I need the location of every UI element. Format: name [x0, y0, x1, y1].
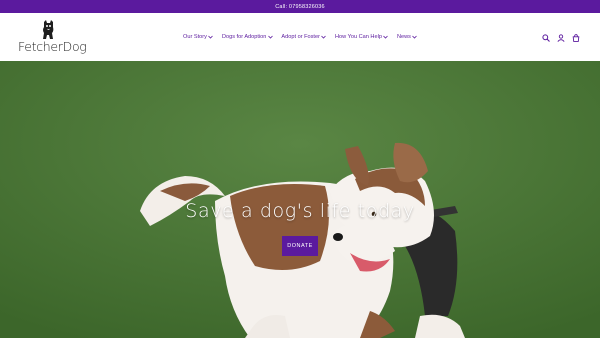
search-button[interactable] [540, 33, 551, 44]
hero-title: Save a dog's life today [185, 200, 415, 222]
nav-item-our-story[interactable]: Our Story [183, 34, 214, 40]
chevron-down-icon [268, 35, 273, 39]
nav-item-news[interactable]: News [397, 34, 418, 40]
cart-icon [572, 34, 579, 42]
chevron-down-icon [383, 35, 389, 39]
chevron-down-icon [412, 35, 418, 39]
nav-item-label: Dogs for Adoption [221, 34, 267, 40]
chevron-down-icon [321, 35, 327, 39]
nav-item-dogs-for-adoption[interactable]: Dogs for Adoption [222, 34, 273, 40]
nav-item-label: News [396, 34, 411, 40]
header-icons [540, 32, 585, 44]
account-icon [556, 34, 565, 42]
nav-item-how-you-can-help[interactable]: How You Can Help [334, 34, 389, 40]
chevron-down-icon [208, 35, 214, 39]
nav-item-label: How You Can Help [334, 34, 382, 40]
hero-banner: Save a dog's life today DONATE [0, 61, 600, 338]
account-button[interactable] [555, 33, 566, 44]
nav-item-label: Adopt or Foster [281, 34, 320, 40]
nav-item-label: Our Story [183, 34, 207, 40]
cart-button[interactable] [570, 33, 581, 44]
site-logo[interactable]: FetcherDog [18, 19, 96, 57]
main-navigation: Our Story Dogs for Adoption Adopt or Fos… [183, 32, 426, 42]
site-header: FetcherDog Our Story Dogs for Adoption A… [0, 13, 600, 61]
logo-text: FetcherDog [18, 39, 87, 54]
dog-logo-icon [43, 20, 54, 39]
announcement-bar: Call: 07958326036 [0, 0, 600, 13]
nav-item-adopt-or-foster[interactable]: Adopt or Foster [281, 34, 327, 40]
search-icon [541, 34, 550, 42]
announcement-text: Call: 07958326036 [275, 3, 325, 10]
donate-button[interactable]: DONATE [282, 236, 318, 256]
